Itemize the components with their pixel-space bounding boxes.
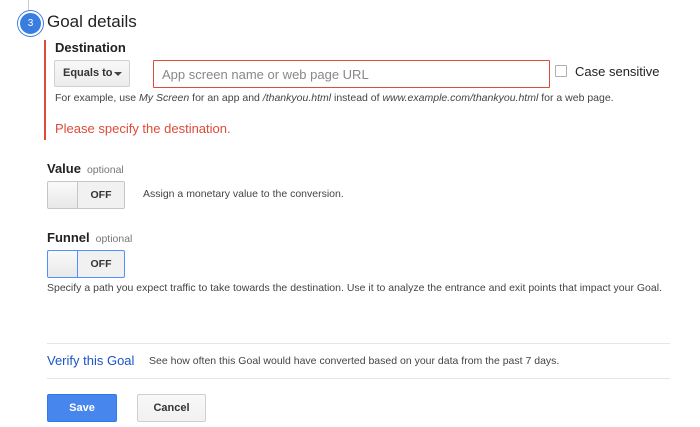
save-button[interactable]: Save: [47, 394, 117, 422]
value-toggle[interactable]: OFF: [47, 181, 125, 209]
example-text-part: For example, use: [55, 92, 140, 104]
caret-down-icon: [114, 72, 122, 76]
value-label: Value optional: [47, 161, 124, 176]
step-connector-line: [28, 0, 29, 10]
destination-section: Destination Equals to Case sensitive For…: [44, 40, 686, 140]
toggle-state: OFF: [90, 189, 112, 201]
example-text-part: instead of: [331, 92, 383, 104]
value-description: Assign a monetary value to the conversio…: [143, 188, 344, 200]
divider: [47, 378, 670, 379]
value-label-text: Value: [47, 161, 81, 176]
cancel-button[interactable]: Cancel: [137, 394, 206, 422]
verify-goal-description: See how often this Goal would have conve…: [149, 355, 560, 367]
match-type-dropdown[interactable]: Equals to: [54, 60, 130, 87]
toggle-knob: [48, 182, 78, 208]
case-sensitive-checkbox[interactable]: [555, 65, 567, 77]
destination-input[interactable]: [153, 60, 550, 88]
value-optional-tag: optional: [86, 164, 124, 176]
case-sensitive-label[interactable]: Case sensitive: [575, 64, 660, 79]
example-full-url: www.example.com/thankyou.html: [382, 92, 539, 104]
divider: [47, 343, 670, 344]
funnel-label-text: Funnel: [47, 230, 90, 245]
funnel-description: Specify a path you expect traffic to tak…: [47, 282, 662, 294]
destination-example-hint: For example, use My Screen for an app an…: [55, 92, 614, 104]
example-text-part: for a web page.: [538, 92, 614, 104]
funnel-optional-tag: optional: [95, 233, 133, 245]
destination-label: Destination: [55, 40, 126, 55]
example-page-path: /thankyou.html: [262, 92, 332, 104]
example-text-part: for an app and: [189, 92, 263, 104]
funnel-label: Funnel optional: [47, 230, 132, 245]
toggle-knob: [48, 251, 78, 277]
example-app-screen: My Screen: [139, 92, 190, 104]
section-title: Goal details: [47, 12, 137, 31]
step-number-badge: 3: [18, 11, 43, 36]
verify-goal-link[interactable]: Verify this Goal: [47, 353, 134, 368]
match-type-value: Equals to: [63, 67, 113, 79]
goal-details-page: 3 Goal details Destination Equals to Cas…: [0, 0, 700, 427]
funnel-toggle[interactable]: OFF: [47, 250, 125, 278]
destination-error-message: Please specify the destination.: [55, 121, 231, 136]
toggle-state: OFF: [90, 258, 112, 270]
